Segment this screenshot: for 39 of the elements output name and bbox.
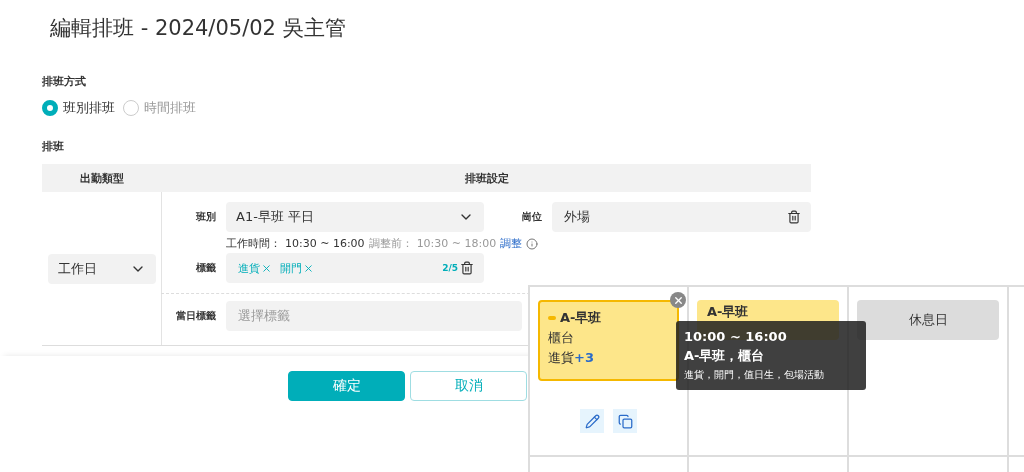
dialog-title: 編輯排班 - 2024/05/02 吳主管 <box>49 15 347 42</box>
work-time-value: 10:30 ~ 16:00 <box>285 237 365 250</box>
before-label: 調整前： <box>368 236 413 251</box>
post-field[interactable]: 外場 <box>552 202 811 232</box>
tag-count: 2/5 <box>442 263 458 273</box>
post-label: 櫃台 <box>548 329 575 347</box>
shift-select[interactable]: A1-早班 平日 <box>226 202 484 232</box>
close-icon[interactable] <box>670 292 686 308</box>
trash-icon[interactable] <box>787 210 801 224</box>
field-label: 班別 <box>195 210 217 224</box>
info-icon[interactable] <box>526 237 539 250</box>
day-off-label: 休息日 <box>907 311 949 329</box>
tooltip-summary: A-早班，櫃台 <box>684 347 766 365</box>
section-label: 排班方式 <box>42 74 87 89</box>
attendance-type-select[interactable]: 工作日 <box>47 253 156 284</box>
field-label: 崗位 <box>521 210 543 224</box>
placeholder: 選擇標籤 <box>238 307 290 325</box>
trash-icon[interactable] <box>460 261 474 275</box>
column-header: 排班設定 <box>463 170 510 186</box>
shift-title: A-早班 <box>548 308 669 328</box>
radio-option[interactable]: 班別排班 <box>42 99 115 117</box>
remove-icon[interactable] <box>261 263 272 274</box>
day-off-card[interactable]: 休息日 <box>857 300 999 340</box>
field-value: 外場 <box>564 208 590 226</box>
work-time-label: 工作時間： <box>226 236 281 251</box>
tag-summary: 進貨+3 <box>548 349 595 367</box>
tooltip-tags: 進貨，開門，值日生，包場活動 <box>684 365 858 384</box>
shift-card[interactable]: A-早班 櫃台 進貨+3 <box>538 300 679 381</box>
remove-icon[interactable] <box>303 263 314 274</box>
field-label: 標籤 <box>195 261 217 275</box>
pencil-icon[interactable] <box>580 409 604 433</box>
section-label: 排班 <box>42 139 65 154</box>
column-header: 出勤類型 <box>79 170 125 186</box>
shift-title: A-早班 <box>707 303 750 321</box>
adjust-link[interactable]: 調整 <box>500 236 523 251</box>
field-label: 當日標籤 <box>175 309 217 323</box>
before-value: 10:30 ~ 18:00 <box>416 237 497 250</box>
copy-icon[interactable] <box>613 409 637 433</box>
radio-option[interactable]: 時間排班 <box>123 99 196 117</box>
